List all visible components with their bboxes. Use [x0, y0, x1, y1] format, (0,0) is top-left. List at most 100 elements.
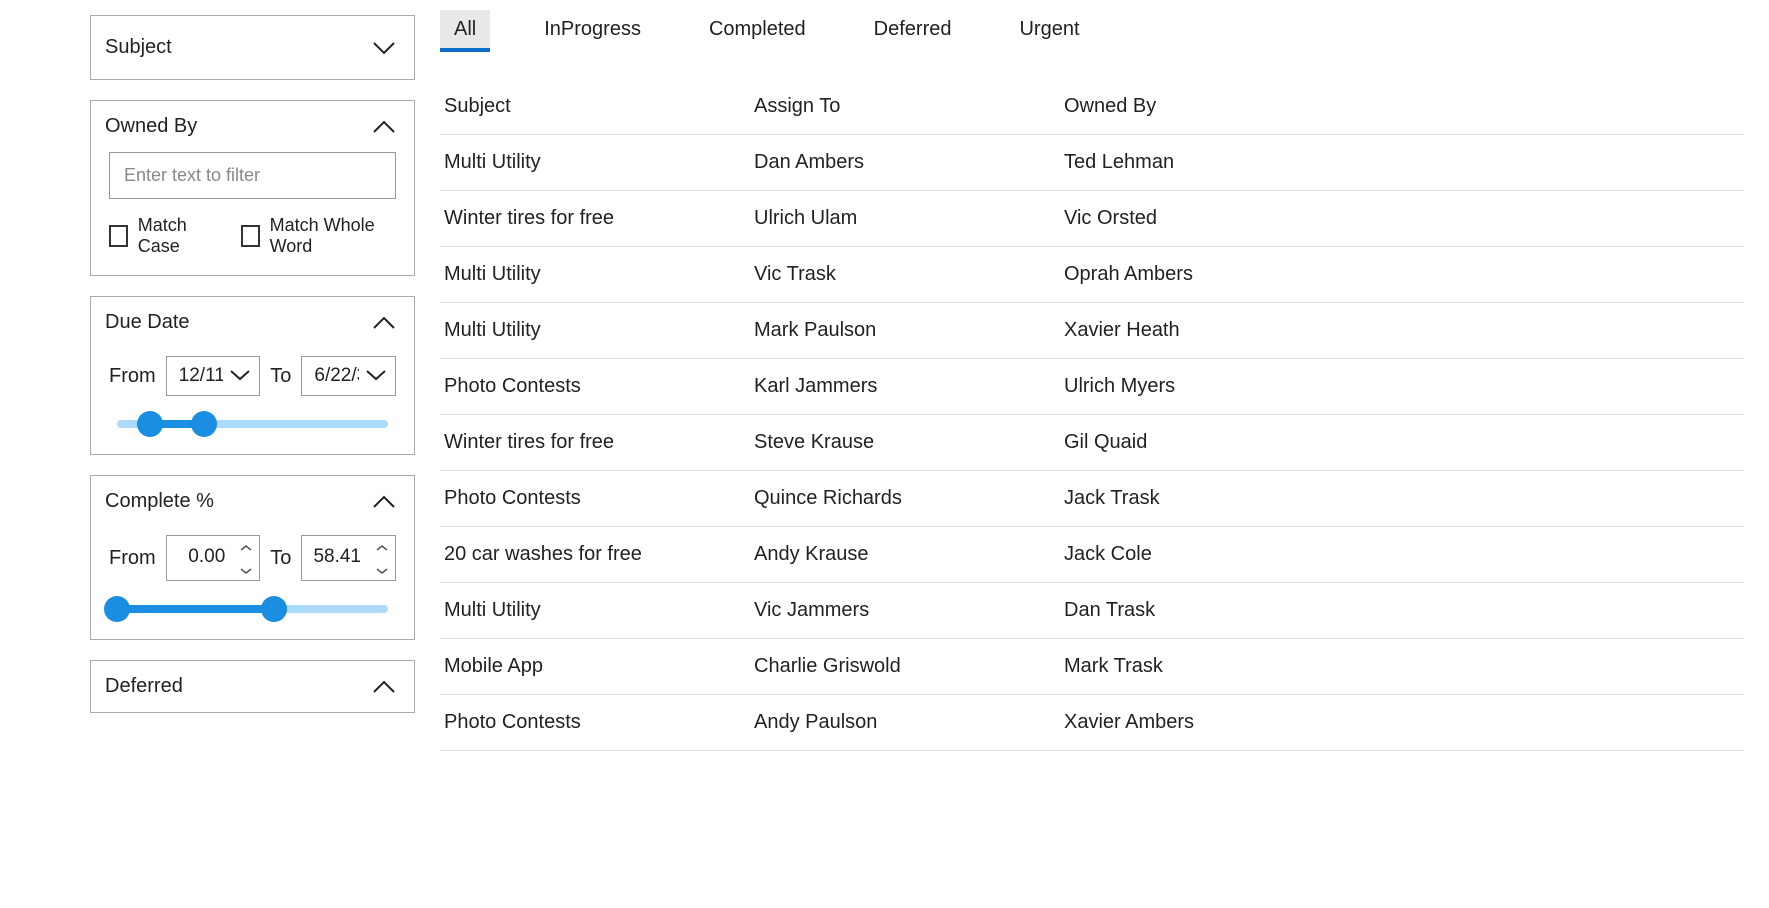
spin-up-icon[interactable] [239, 536, 253, 557]
due-date-title: Due Date [105, 311, 190, 334]
cell-subject: Photo Contests [444, 487, 754, 510]
chevron-up-icon [372, 680, 396, 694]
cell-subject: Winter tires for free [444, 431, 754, 454]
subject-panel-header[interactable]: Subject [91, 16, 414, 79]
match-case-label: Match Case [138, 215, 217, 257]
data-grid: Subject Assign To Owned By Multi Utility… [440, 79, 1744, 751]
tab-all[interactable]: All [440, 10, 490, 49]
cell-owned: Ulrich Myers [1064, 375, 1740, 398]
slider-handle-to[interactable] [261, 596, 287, 622]
cell-assign: Vic Trask [754, 263, 1064, 286]
grid-row[interactable]: Photo ContestsAndy PaulsonXavier Ambers [440, 695, 1744, 751]
due-date-to-input[interactable]: 6/22/368 [301, 356, 396, 396]
cell-subject: 20 car washes for free [444, 543, 754, 566]
cell-subject: Multi Utility [444, 319, 754, 342]
chevron-down-icon [372, 41, 396, 55]
grid-row[interactable]: Photo ContestsQuince RichardsJack Trask [440, 471, 1744, 527]
tab-deferred[interactable]: Deferred [860, 10, 966, 49]
grid-row[interactable]: Winter tires for freeSteve KrauseGil Qua… [440, 415, 1744, 471]
cell-subject: Winter tires for free [444, 207, 754, 230]
cell-assign: Ulrich Ulam [754, 207, 1064, 230]
spin-up-icon[interactable] [375, 536, 389, 557]
cell-owned: Mark Trask [1064, 655, 1740, 678]
chevron-down-icon [229, 365, 251, 387]
cell-subject: Photo Contests [444, 375, 754, 398]
complete-slider[interactable] [117, 605, 388, 613]
slider-fill [117, 605, 274, 613]
cell-subject: Multi Utility [444, 263, 754, 286]
cell-assign: Mark Paulson [754, 319, 1064, 342]
due-date-from-input[interactable]: 12/11/10 [166, 356, 261, 396]
chevron-up-icon [372, 495, 396, 509]
cell-owned: Gil Quaid [1064, 431, 1740, 454]
checkbox-icon [241, 225, 260, 247]
chevron-down-icon [365, 365, 387, 387]
due-date-panel: Due Date From 12/11/10 To 6/22/368 [90, 296, 415, 455]
grid-row[interactable]: Multi UtilityDan AmbersTed Lehman [440, 135, 1744, 191]
cell-owned: Ted Lehman [1064, 151, 1740, 174]
cell-owned: Dan Trask [1064, 599, 1740, 622]
complete-from-input[interactable]: 0.00 [166, 535, 261, 581]
tab-urgent[interactable]: Urgent [1005, 10, 1093, 49]
grid-row[interactable]: Mobile AppCharlie GriswoldMark Trask [440, 639, 1744, 695]
due-date-panel-header[interactable]: Due Date [91, 297, 414, 348]
subject-title: Subject [105, 36, 172, 59]
due-date-to-label: To [270, 365, 291, 388]
spin-buttons [369, 536, 395, 580]
grid-row[interactable]: Photo ContestsKarl JammersUlrich Myers [440, 359, 1744, 415]
grid-row[interactable]: 20 car washes for freeAndy KrauseJack Co… [440, 527, 1744, 583]
spin-down-icon[interactable] [375, 559, 389, 580]
cell-assign: Andy Krause [754, 543, 1064, 566]
complete-body: From 0.00 To 58.41 [91, 535, 414, 639]
cell-subject: Mobile App [444, 655, 754, 678]
filter-sidebar: Subject Owned By Match Case Match W [0, 0, 425, 751]
cell-subject: Photo Contests [444, 711, 754, 734]
main-content: All InProgress Completed Deferred Urgent Sub… [425, 0, 1769, 751]
complete-to-input[interactable]: 58.41 [301, 535, 396, 581]
tab-inprogress[interactable]: InProgress [530, 10, 655, 49]
match-case-option[interactable]: Match Case [109, 215, 217, 257]
cell-assign: Dan Ambers [754, 151, 1064, 174]
grid-header-subject[interactable]: Subject [444, 95, 754, 118]
chevron-up-icon [372, 120, 396, 134]
complete-from-value: 0.00 [167, 536, 234, 580]
cell-owned: Vic Orsted [1064, 207, 1740, 230]
grid-row[interactable]: Multi UtilityVic JammersDan Trask [440, 583, 1744, 639]
due-date-body: From 12/11/10 To 6/22/368 [91, 356, 414, 454]
slider-handle-to[interactable] [191, 411, 217, 437]
checkbox-icon [109, 225, 128, 247]
grid-header-owned[interactable]: Owned By [1064, 95, 1740, 118]
chevron-up-icon [372, 316, 396, 330]
owned-by-body: Match Case Match Whole Word [91, 152, 414, 275]
owned-by-panel: Owned By Match Case Match Whole Word [90, 100, 415, 276]
complete-from-label: From [109, 547, 156, 570]
slider-handle-from[interactable] [137, 411, 163, 437]
due-date-slider[interactable] [117, 420, 388, 428]
tab-completed[interactable]: Completed [695, 10, 820, 49]
complete-to-value: 58.41 [302, 536, 369, 580]
cell-assign: Karl Jammers [754, 375, 1064, 398]
cell-assign: Charlie Griswold [754, 655, 1064, 678]
tab-bar: All InProgress Completed Deferred Urgent [440, 10, 1744, 49]
grid-header-assign[interactable]: Assign To [754, 95, 1064, 118]
grid-row[interactable]: Multi UtilityVic TraskOprah Ambers [440, 247, 1744, 303]
cell-assign: Vic Jammers [754, 599, 1064, 622]
grid-body: Multi UtilityDan AmbersTed LehmanWinter … [440, 135, 1744, 751]
cell-assign: Quince Richards [754, 487, 1064, 510]
due-date-from-value: 12/11/10 [179, 365, 224, 387]
complete-title: Complete % [105, 490, 214, 513]
grid-row[interactable]: Winter tires for freeUlrich UlamVic Orst… [440, 191, 1744, 247]
match-whole-word-option[interactable]: Match Whole Word [241, 215, 396, 257]
grid-header-row: Subject Assign To Owned By [440, 79, 1744, 135]
spin-down-icon[interactable] [239, 559, 253, 580]
cell-assign: Andy Paulson [754, 711, 1064, 734]
slider-handle-from[interactable] [104, 596, 130, 622]
cell-owned: Jack Trask [1064, 487, 1740, 510]
grid-row[interactable]: Multi UtilityMark PaulsonXavier Heath [440, 303, 1744, 359]
cell-owned: Oprah Ambers [1064, 263, 1740, 286]
owned-by-panel-header[interactable]: Owned By [91, 101, 414, 152]
deferred-panel-header[interactable]: Deferred [91, 661, 414, 712]
complete-range-row: From 0.00 To 58.41 [109, 535, 396, 581]
owned-by-filter-input[interactable] [109, 152, 396, 199]
complete-panel-header[interactable]: Complete % [91, 476, 414, 527]
